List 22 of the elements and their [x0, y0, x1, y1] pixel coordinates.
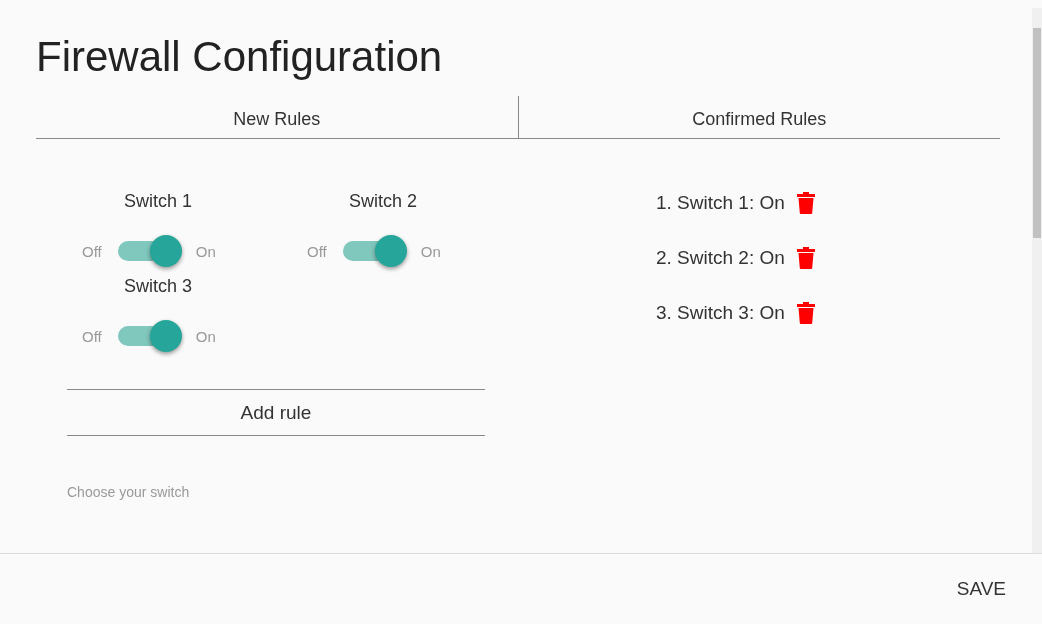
off-label: Off — [82, 327, 102, 345]
on-label: On — [420, 242, 441, 260]
add-rule-button[interactable]: Add rule — [67, 389, 485, 436]
rule-text: 2. Switch 2: On — [656, 247, 785, 269]
tab[interactable]: New Rules — [36, 96, 519, 138]
delete-icon[interactable] — [796, 192, 815, 214]
switch-label: Switch 2 — [349, 191, 418, 212]
dialog-title: Firewall Configuration — [36, 36, 444, 78]
tab[interactable]: Confirmed Rules — [518, 96, 1000, 138]
select-label: Choose your switch — [67, 484, 191, 500]
rule-text: 3. Switch 3: On — [656, 302, 785, 324]
on-label: On — [195, 327, 216, 345]
switch-label: Switch 1 — [124, 191, 193, 212]
save-button[interactable]: SAVE — [954, 572, 1008, 606]
rule-text: 1. Switch 1: On — [656, 192, 785, 214]
scrollbar[interactable] — [1032, 8, 1042, 553]
on-label: On — [195, 242, 216, 260]
delete-icon[interactable] — [796, 247, 815, 269]
off-label: Off — [307, 242, 327, 260]
off-label: Off — [82, 242, 102, 260]
delete-icon[interactable] — [796, 302, 815, 324]
switch-label: Switch 3 — [124, 276, 193, 297]
